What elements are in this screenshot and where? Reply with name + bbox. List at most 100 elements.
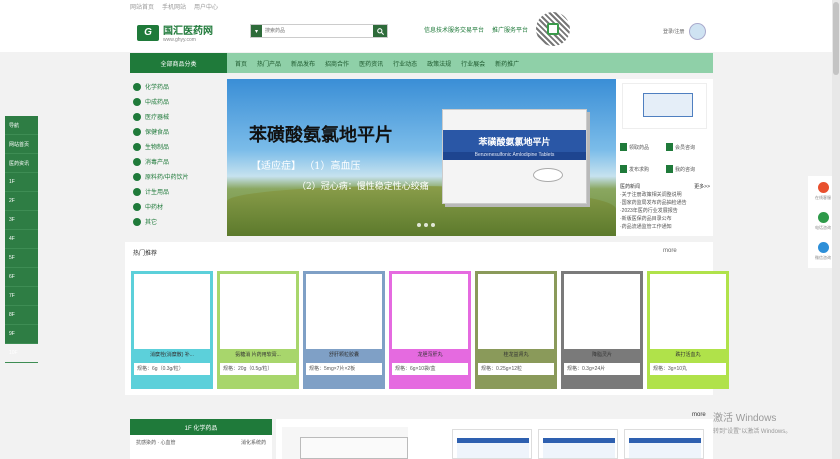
quick-link-post-request[interactable]: 发布求购 bbox=[620, 165, 660, 173]
quick-link-claim[interactable]: 领取药品 bbox=[620, 143, 660, 151]
category-item-biologics[interactable]: 生物制品 bbox=[130, 139, 227, 154]
nav-item-news[interactable]: 医药资讯 bbox=[359, 59, 383, 68]
post-icon bbox=[620, 165, 627, 173]
product-card[interactable]: 桂龙益肾丸 规格：0.25g×12粒 bbox=[475, 271, 557, 389]
nav-item-hot-products[interactable]: 热门产品 bbox=[257, 59, 281, 68]
product-name[interactable]: 龙胆泻肝丸 bbox=[392, 351, 468, 358]
product-name[interactable]: 桂龙益肾丸 bbox=[478, 351, 554, 358]
floor-nav-item[interactable]: 1F bbox=[5, 173, 38, 192]
floor-1-sub-link[interactable]: 消化系统药 bbox=[241, 439, 266, 446]
floor-1-product-image[interactable] bbox=[452, 429, 532, 459]
product-name[interactable]: 消糜栓(消糜散) 补... bbox=[134, 351, 210, 358]
product-name[interactable]: 氨糖消 片药用软膏... bbox=[220, 351, 296, 358]
product-image[interactable] bbox=[220, 274, 296, 349]
quick-link-consult[interactable]: 会员咨询 bbox=[666, 143, 706, 151]
floor-nav-item[interactable]: 7F bbox=[5, 287, 38, 306]
floor-nav-item[interactable]: 5F bbox=[5, 249, 38, 268]
site-logo[interactable]: G 国汇医药网 www.ghyy.com bbox=[137, 22, 213, 43]
floor-nav-item[interactable]: 10F bbox=[5, 344, 38, 363]
category-item-family-planning[interactable]: 计生用品 bbox=[130, 184, 227, 199]
floor-nav-item[interactable]: 6F bbox=[5, 268, 38, 287]
nav-item-exhibition[interactable]: 行业展会 bbox=[461, 59, 485, 68]
product-image[interactable] bbox=[650, 274, 726, 349]
category-item-other[interactable]: 其它 bbox=[130, 214, 227, 229]
category-item-chinese-medicine[interactable]: 中成药品 bbox=[130, 94, 227, 109]
search-category-dropdown[interactable]: ▾ bbox=[251, 25, 262, 37]
product-name[interactable]: 降脂灵片 bbox=[564, 351, 640, 358]
carousel-dots[interactable] bbox=[417, 223, 435, 227]
nav-item-policy[interactable]: 政策法规 bbox=[427, 59, 451, 68]
floor-nav-item[interactable]: 2F bbox=[5, 192, 38, 211]
news-item[interactable]: ·药品流通监管工作通知 bbox=[620, 223, 710, 231]
floor-nav-item[interactable]: 8F bbox=[5, 306, 38, 325]
page-scrollbar[interactable] bbox=[832, 0, 840, 459]
hot-more-link[interactable]: more bbox=[663, 248, 677, 254]
category-item-chemical[interactable]: 化学药品 bbox=[130, 79, 227, 94]
pill-image bbox=[533, 168, 563, 182]
headset-icon bbox=[817, 211, 829, 223]
floor-nav-item[interactable]: 4F bbox=[5, 230, 38, 249]
floor-more-link[interactable]: more bbox=[692, 412, 706, 418]
nav-item-new-drugs[interactable]: 新药推广 bbox=[495, 59, 519, 68]
news-more-link[interactable]: 更多>> bbox=[694, 183, 710, 190]
product-image[interactable] bbox=[392, 274, 468, 349]
product-card[interactable]: 降脂灵片 规格：0.3g×24片 bbox=[561, 271, 643, 389]
floor-1-product-image[interactable] bbox=[624, 429, 704, 459]
product-name[interactable]: 跌打活血丸 bbox=[650, 351, 726, 358]
avatar[interactable] bbox=[689, 23, 707, 40]
user-login-label[interactable]: 登录/注册 bbox=[663, 28, 684, 35]
category-icon bbox=[133, 217, 141, 226]
top-link-mobile[interactable]: 手机网站 bbox=[162, 2, 186, 11]
ad-service-link[interactable]: 推广服务平台 bbox=[492, 25, 528, 34]
product-name[interactable]: 舒肝颗粒胶囊 bbox=[306, 351, 382, 358]
category-item-disinfection[interactable]: 消毒产品 bbox=[130, 154, 227, 169]
hero-banner[interactable]: 苯磺酸氨氯地平片 【适应症】 （1）高血压 （2）冠心病：慢性稳定性心绞痛 苯磺… bbox=[227, 79, 616, 236]
product-image[interactable] bbox=[134, 274, 210, 349]
floor-navigation: 导航 网站首页 医药资讯 1F 2F 3F 4F 5F 6F 7F 8F 9F … bbox=[5, 116, 38, 363]
tech-platform-link[interactable]: 信息技术服务交易平台 bbox=[424, 25, 484, 34]
right-info-panel: 领取药品 会员咨询 发布求购 我的咨询 医药新闻 更多>> ·关于注册政策相关调… bbox=[616, 79, 713, 236]
product-card[interactable]: 氨糖消 片药用软膏... 规格：20g（0.5g/粒） bbox=[217, 271, 299, 389]
product-image[interactable] bbox=[478, 274, 554, 349]
top-link-home[interactable]: 网站首页 bbox=[130, 2, 154, 11]
floor-nav-item[interactable]: 9F bbox=[5, 325, 38, 344]
nav-item-industry[interactable]: 行业动态 bbox=[393, 59, 417, 68]
featured-product-image[interactable] bbox=[622, 83, 707, 129]
category-item-raw-materials[interactable]: 原料药/中药饮片 bbox=[130, 169, 227, 184]
all-categories-button[interactable]: 全部商品分类 bbox=[130, 53, 227, 73]
quick-link-my-consult[interactable]: 我的咨询 bbox=[666, 165, 706, 173]
product-image[interactable] bbox=[306, 274, 382, 349]
user-area[interactable]: 登录/注册 bbox=[663, 23, 707, 40]
category-item-herbs[interactable]: 中药材 bbox=[130, 199, 227, 214]
floor-nav-item[interactable]: 医药资讯 bbox=[5, 154, 38, 173]
nav-item-new-products[interactable]: 新品发布 bbox=[291, 59, 315, 68]
floor-nav-item[interactable]: 网站首页 bbox=[5, 135, 38, 154]
top-link-user-center[interactable]: 用户中心 bbox=[194, 2, 218, 11]
product-card[interactable]: 龙胆泻肝丸 规格：6g×10袋/盒 bbox=[389, 271, 471, 389]
nav-item-home[interactable]: 首页 bbox=[235, 59, 247, 68]
news-item[interactable]: ·国家药监局发布药品抽检通告 bbox=[620, 199, 710, 207]
floor-1-header[interactable]: 1F 化学药品 bbox=[130, 419, 272, 435]
search-button[interactable] bbox=[373, 25, 387, 37]
consult-icon bbox=[666, 143, 673, 151]
news-item[interactable]: ·2023年医药行业发展报告 bbox=[620, 207, 710, 215]
nav-item-investment[interactable]: 招商合作 bbox=[325, 59, 349, 68]
floor-1-feature-image[interactable] bbox=[282, 427, 408, 459]
floor-1-sub-link[interactable]: 抗感染药 · 心血管 bbox=[136, 439, 175, 446]
category-item-devices[interactable]: 医疗器械 bbox=[130, 109, 227, 124]
category-sidebar: 化学药品 中成药品 医疗器械 保健食品 生物制品 消毒产品 原料药/中药饮片 计… bbox=[130, 79, 227, 229]
category-label: 医疗器械 bbox=[145, 115, 170, 121]
floor-1-product-image[interactable] bbox=[538, 429, 618, 459]
category-icon bbox=[133, 202, 141, 211]
news-item[interactable]: ·关于注册政策相关调整说明 bbox=[620, 191, 710, 199]
search-input[interactable] bbox=[262, 25, 373, 37]
floor-nav-item[interactable]: 3F bbox=[5, 211, 38, 230]
news-item[interactable]: ·新版医保药品目录公布 bbox=[620, 215, 710, 223]
product-card[interactable]: 舒肝颗粒胶囊 规格：5mg×7片×2板 bbox=[303, 271, 385, 389]
product-card[interactable]: 消糜栓(消糜散) 补... 规格：6g（0.3g/粒） bbox=[131, 271, 213, 389]
product-card[interactable]: 跌打活血丸 规格：3g×10丸 bbox=[647, 271, 729, 389]
category-item-health-food[interactable]: 保健食品 bbox=[130, 124, 227, 139]
product-image[interactable] bbox=[564, 274, 640, 349]
scrollbar-thumb[interactable] bbox=[833, 2, 839, 75]
category-label: 生物制品 bbox=[145, 145, 170, 151]
